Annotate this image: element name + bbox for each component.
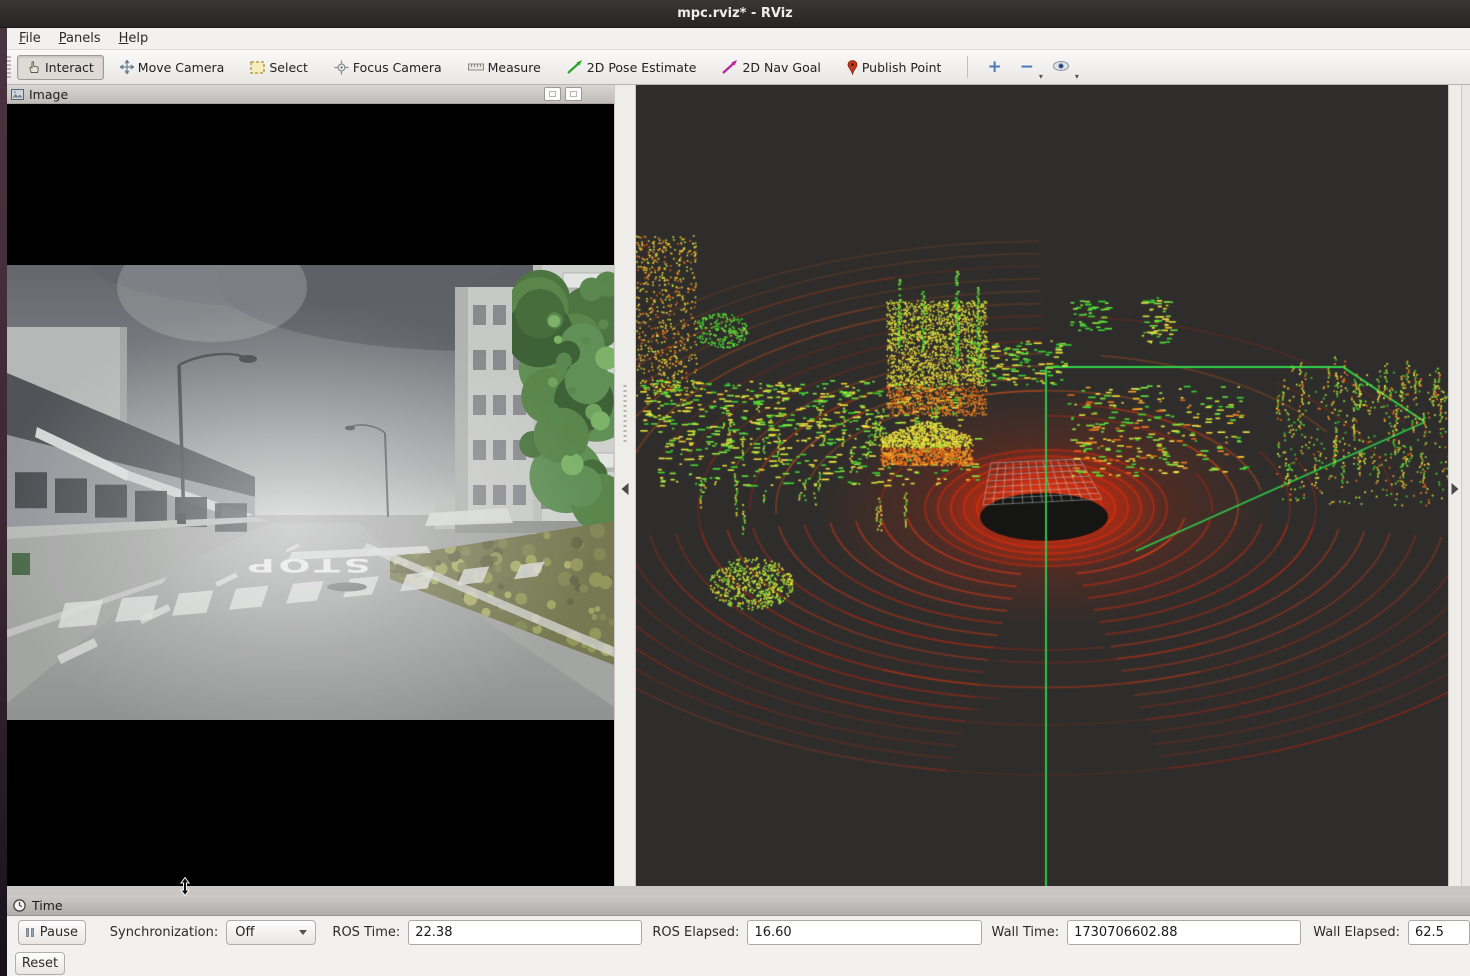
panel-float-button[interactable]	[544, 87, 561, 101]
toolbar-separator	[967, 56, 968, 78]
window-title-bar[interactable]: mpc.rviz* - RViz	[0, 0, 1470, 28]
resize-cursor	[179, 877, 191, 900]
interact-tool-button[interactable]: Interact	[17, 55, 104, 80]
splitter-grip	[624, 385, 627, 445]
image-panel-title: Image	[29, 87, 68, 102]
map-pin-icon	[847, 60, 858, 75]
ros-elapsed-input[interactable]	[747, 920, 981, 945]
synchronization-label: Synchronization:	[110, 925, 219, 940]
toolbar: Interact Move Camera Select Focus Camera	[0, 50, 1470, 85]
publish-point-tool-button[interactable]: Publish Point	[837, 55, 952, 80]
panel-close-button[interactable]	[565, 87, 582, 101]
image-panel-header[interactable]: Image	[7, 85, 614, 104]
window-title: mpc.rviz* - RViz	[677, 6, 793, 21]
float-icon	[549, 91, 556, 97]
right-margin	[1462, 85, 1470, 886]
dropdown-arrow-icon	[299, 930, 307, 935]
ruler-icon	[468, 62, 484, 72]
nav-goal-tool-button[interactable]: 2D Nav Goal	[712, 55, 830, 80]
magenta-arrow-icon	[722, 60, 738, 74]
clock-icon	[13, 899, 26, 912]
time-controls-row: Pause Synchronization: Off ROS Time: ROS…	[7, 916, 1470, 949]
selection-box-icon	[250, 61, 265, 74]
pause-icon	[26, 928, 34, 937]
wall-time-input[interactable]	[1067, 920, 1301, 945]
ros-time-label: ROS Time:	[332, 925, 400, 940]
time-panel-title: Time	[32, 898, 63, 913]
lidar-3d-viewport[interactable]	[636, 85, 1448, 886]
reset-button[interactable]: Reset	[15, 952, 65, 975]
hand-icon	[27, 60, 41, 74]
plus-icon: +	[987, 57, 1001, 77]
menu-file[interactable]: File	[10, 29, 50, 48]
menu-help[interactable]: Help	[110, 29, 158, 48]
camera-street-scene: STOP	[7, 265, 614, 720]
zoom-in-button[interactable]: +	[978, 55, 1010, 79]
menu-panels[interactable]: Panels	[50, 29, 110, 48]
menu-bar: File Panels Help	[0, 28, 1470, 50]
panel-splitter-left[interactable]	[614, 85, 636, 886]
bottom-divider	[7, 886, 1470, 895]
wall-time-label: Wall Time:	[992, 925, 1060, 940]
collapse-right-icon	[1452, 483, 1459, 495]
zoom-out-button[interactable]: − ▾	[1011, 55, 1043, 79]
camera-image-view: STOP	[7, 104, 614, 886]
panel-splitter-right[interactable]	[1448, 85, 1462, 886]
pause-button[interactable]: Pause	[18, 920, 86, 945]
time-panel-header[interactable]: Time	[7, 895, 1470, 916]
close-icon	[570, 91, 577, 97]
chevron-down-icon: ▾	[1075, 72, 1079, 81]
window-left-border	[0, 28, 7, 976]
synchronization-value: Off	[235, 925, 254, 940]
focus-crosshair-icon	[334, 60, 349, 75]
rviz-window: mpc.rviz* - RViz File Panels Help Intera…	[0, 0, 1470, 976]
collapse-left-icon	[622, 483, 629, 495]
ros-elapsed-label: ROS Elapsed:	[652, 925, 739, 940]
move-camera-tool-button[interactable]: Move Camera	[110, 55, 235, 80]
visibility-button[interactable]: ▾	[1043, 55, 1079, 79]
ros-time-input[interactable]	[408, 920, 642, 945]
green-arrow-icon	[567, 60, 583, 74]
select-tool-button[interactable]: Select	[240, 55, 318, 80]
pose-estimate-tool-button[interactable]: 2D Pose Estimate	[557, 55, 707, 80]
wall-elapsed-label: Wall Elapsed:	[1313, 925, 1400, 940]
measure-tool-button[interactable]: Measure	[458, 55, 551, 80]
eye-icon	[1052, 60, 1070, 72]
focus-camera-tool-button[interactable]: Focus Camera	[324, 55, 452, 80]
synchronization-select[interactable]: Off	[226, 920, 316, 945]
wall-elapsed-input[interactable]	[1408, 920, 1470, 945]
reset-row: Reset	[7, 949, 1470, 976]
minus-icon: −	[1020, 57, 1034, 77]
image-panel: Image	[7, 85, 614, 886]
move-arrows-icon	[120, 60, 134, 74]
image-panel-icon	[11, 89, 24, 100]
